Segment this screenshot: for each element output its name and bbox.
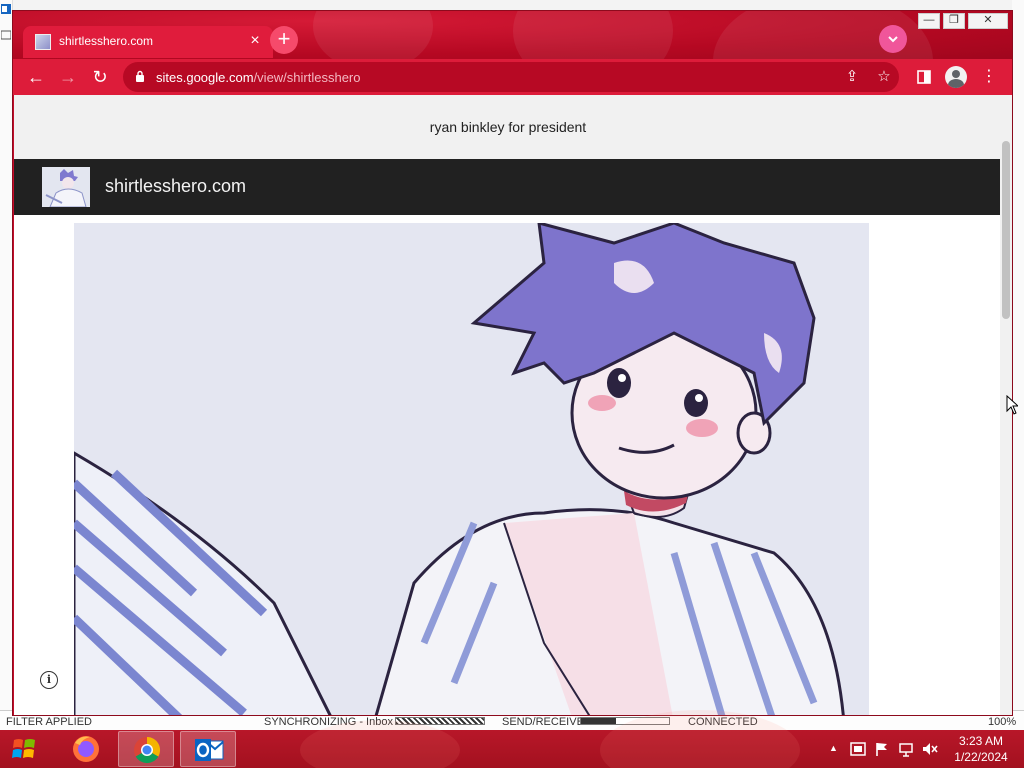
tab-shirtlesshero[interactable]: shirtlesshero.com × [23,26,273,58]
profile-avatar[interactable] [945,66,967,88]
volume-muted-icon[interactable] [921,741,939,757]
menu-kebab-icon[interactable]: ⋮ [976,64,1002,90]
announcement-text: ryan binkley for president [429,119,587,135]
outlook-mini-icon [1,4,11,14]
tab-favicon [35,34,51,50]
url-path: /view/shirtlesshero [253,70,361,85]
clock-date: 1/22/2024 [954,750,1008,764]
side-panel-icon[interactable] [911,64,937,90]
share-icon[interactable]: ⇪ [843,68,861,86]
site-header: shirtlesshero.com [14,159,1002,215]
mouse-cursor-icon [1006,395,1018,415]
windows-logo-icon [12,739,35,758]
tab-title: shirtlesshero.com [59,34,154,48]
bookmark-star-icon[interactable]: ☆ [875,68,893,86]
taskbar: ▲ 3:23 AM 1/22/2024 [0,710,1024,768]
url-domain: sites.google.com [156,70,254,85]
site-title[interactable]: shirtlesshero.com [105,176,246,197]
hero-artwork-image [74,223,869,715]
announcement-banner: ryan binkley for president [14,95,1002,159]
background-window-edge-right [1012,0,1024,730]
minimize-button[interactable]: — [918,13,940,29]
browser-toolbar: ← → ↻ sites.google.com/view/shirtlessher… [13,59,1012,95]
info-button[interactable]: i [40,671,58,689]
address-bar[interactable]: sites.google.com/view/shirtlesshero ⇪ ☆ [123,62,899,92]
clock-time: 3:23 AM [958,734,1004,748]
title-bar: shirtlesshero.com × + — ❐ ✕ [13,11,1012,131]
new-tab-button[interactable]: + [270,26,298,54]
zoom-level: 100% [988,716,1017,728]
lock-icon [136,70,144,82]
system-clock[interactable]: 3:23 AM 1/22/2024 [946,733,1016,765]
scrollbar-thumb[interactable] [1002,141,1010,319]
forward-button[interactable]: → [55,64,81,90]
outlook-tray-icon[interactable] [850,741,866,757]
outlook-icon [195,739,224,761]
site-logo[interactable] [42,167,90,207]
taskbar-chrome[interactable] [118,731,174,767]
taskbar-outlook[interactable] [180,731,236,767]
back-button[interactable]: ← [23,64,49,90]
start-button[interactable] [6,732,42,766]
tab-search-button[interactable] [879,25,907,53]
maximize-button[interactable]: ❐ [943,13,965,29]
address-url: sites.google.com/view/shirtlesshero [156,70,361,85]
mail-mini-icon [1,30,11,40]
chevron-down-icon [888,36,898,43]
chrome-window: shirtlesshero.com × + — ❐ ✕ ← → ↻ sites.… [12,10,1013,716]
chrome-icon [134,736,161,764]
tray-overflow-chevron-icon[interactable]: ▲ [829,743,838,753]
send-receive-status: SEND/RECEIVE [502,716,584,728]
reload-button[interactable]: ↻ [87,64,113,90]
firefox-icon [73,736,99,762]
close-window-button[interactable]: ✕ [968,13,1008,29]
taskbar-firefox[interactable] [58,731,114,767]
filter-status: FILTER APPLIED [6,716,92,728]
network-icon[interactable] [898,741,914,757]
action-center-flag-icon[interactable] [874,741,890,757]
tab-close-button[interactable]: × [245,31,265,51]
page-viewport: ryan binkley for president shirtlesshero… [14,95,1002,715]
